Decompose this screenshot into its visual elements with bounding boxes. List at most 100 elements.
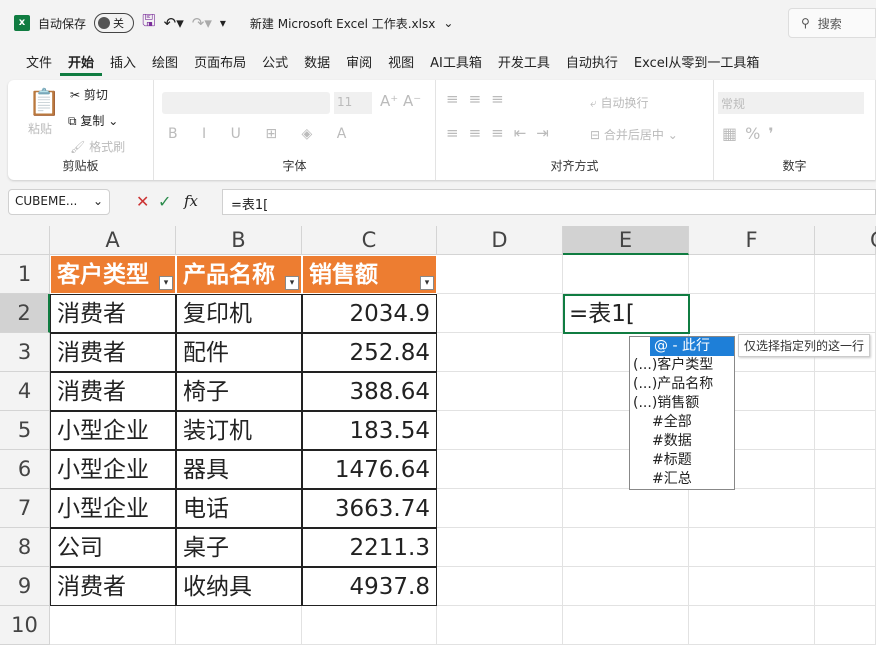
table-cell[interactable]: 252.84 — [302, 333, 437, 372]
autocomplete-item[interactable]: #全部 — [630, 413, 734, 432]
tab-formulas[interactable]: 公式 — [254, 50, 296, 76]
table-cell[interactable]: 消费者 — [50, 567, 176, 606]
cell[interactable] — [50, 606, 176, 645]
table-cell[interactable]: 2211.3 — [302, 528, 437, 567]
enter-icon[interactable]: ✓ — [158, 192, 171, 211]
cell[interactable] — [437, 528, 563, 567]
autocomplete-item[interactable]: (...)销售额 — [630, 394, 734, 413]
search-box[interactable]: ⚲ 搜索 — [788, 8, 876, 38]
filter-dropdown-icon[interactable]: ▾ — [159, 276, 173, 290]
name-box[interactable]: CUBEME... ⌄ — [8, 189, 110, 215]
cell[interactable] — [815, 255, 876, 294]
horizontal-align-icons[interactable]: ≡≡≡⇤⇥ — [446, 124, 559, 142]
table-cell[interactable]: 3663.74 — [302, 489, 437, 528]
table-header-cell[interactable]: 客户类型 ▾ — [50, 255, 176, 294]
cell[interactable] — [563, 489, 689, 528]
cell[interactable] — [437, 450, 563, 489]
active-cell-e2[interactable]: =表1[ — [563, 294, 690, 334]
chevron-down-icon[interactable]: ⌄ — [443, 16, 453, 30]
cell[interactable] — [815, 411, 876, 450]
table-cell[interactable]: 小型企业 — [50, 489, 176, 528]
row-header-10[interactable]: 10 — [0, 606, 50, 645]
row-header-2[interactable]: 2 — [0, 294, 50, 333]
table-cell[interactable]: 2034.9 — [302, 294, 437, 333]
row-header-1[interactable]: 1 — [0, 255, 50, 294]
column-header-b[interactable]: B — [176, 226, 302, 255]
tab-draw[interactable]: 绘图 — [144, 50, 186, 76]
row-header-6[interactable]: 6 — [0, 450, 50, 489]
table-header-cell[interactable]: 产品名称 ▾ — [176, 255, 302, 294]
row-header-3[interactable]: 3 — [0, 333, 50, 372]
tab-view[interactable]: 视图 — [380, 50, 422, 76]
table-cell[interactable]: 消费者 — [50, 333, 176, 372]
cell[interactable] — [563, 255, 689, 294]
cell[interactable] — [689, 606, 815, 645]
table-cell[interactable]: 4937.8 — [302, 567, 437, 606]
autocomplete-item[interactable]: #数据 — [630, 432, 734, 451]
row-header-8[interactable]: 8 — [0, 528, 50, 567]
number-format-buttons[interactable]: ▦%❜ — [722, 124, 781, 143]
table-cell[interactable]: 消费者 — [50, 372, 176, 411]
table-cell[interactable]: 消费者 — [50, 294, 176, 333]
paste-icon[interactable]: 📋 — [28, 88, 60, 118]
autocomplete-item[interactable]: (...)产品名称 — [630, 375, 734, 394]
table-cell[interactable]: 收纳具 — [176, 567, 302, 606]
column-header-c[interactable]: C — [302, 226, 437, 255]
autosave-toggle[interactable]: 关 — [94, 13, 135, 33]
row-header-4[interactable]: 4 — [0, 372, 50, 411]
column-header-d[interactable]: D — [437, 226, 563, 255]
tab-review[interactable]: 审阅 — [338, 50, 380, 76]
tab-file[interactable]: 文件 — [18, 50, 60, 76]
tab-ai-toolbox[interactable]: AI工具箱 — [422, 50, 490, 76]
tab-page-layout[interactable]: 页面布局 — [186, 50, 254, 76]
cell[interactable] — [815, 450, 876, 489]
wrap-text-button[interactable]: ⤶ 自动换行 — [590, 94, 649, 111]
cell[interactable] — [815, 567, 876, 606]
table-cell[interactable]: 小型企业 — [50, 411, 176, 450]
table-cell[interactable]: 复印机 — [176, 294, 302, 333]
cell[interactable] — [437, 255, 563, 294]
spreadsheet-grid[interactable]: A B C D E F G 12345678910 客户类型 ▾ 产品名称 ▾ 销售额 ▾… — [0, 226, 876, 655]
cell[interactable] — [437, 294, 563, 333]
tab-excel-toolbox[interactable]: Excel从零到一工具箱 — [626, 50, 767, 76]
copy-button[interactable]: ⧉ 复制 ⌄ — [68, 112, 118, 129]
cell[interactable] — [437, 606, 563, 645]
table-cell[interactable]: 器具 — [176, 450, 302, 489]
cell[interactable] — [815, 372, 876, 411]
cell[interactable] — [689, 255, 815, 294]
table-cell[interactable]: 388.64 — [302, 372, 437, 411]
tab-insert[interactable]: 插入 — [102, 50, 144, 76]
table-cell[interactable]: 183.54 — [302, 411, 437, 450]
autocomplete-item-this-row[interactable]: @ - 此行 — [650, 337, 734, 356]
table-cell[interactable]: 电话 — [176, 489, 302, 528]
formula-input[interactable]: =表1[ — [222, 189, 876, 215]
format-painter-button[interactable]: 🖌 格式刷 — [70, 138, 125, 155]
cell[interactable] — [563, 567, 689, 606]
cell[interactable] — [689, 489, 815, 528]
customize-icon[interactable]: ▾ — [220, 16, 226, 30]
font-size-select[interactable]: 11 — [334, 92, 372, 114]
cancel-icon[interactable]: ✕ — [136, 192, 149, 211]
cell[interactable] — [815, 528, 876, 567]
cell[interactable] — [437, 567, 563, 606]
tab-automate[interactable]: 自动执行 — [558, 50, 626, 76]
grow-font-icon[interactable]: A⁺ A⁻ — [380, 92, 421, 110]
autocomplete-item[interactable]: #汇总 — [630, 470, 734, 489]
font-format-buttons[interactable]: B I U ⊞ ◈ A — [168, 126, 356, 142]
undo-icon[interactable]: ↶▾ — [164, 14, 184, 32]
cell[interactable] — [815, 606, 876, 645]
vertical-align-icons[interactable]: ≡≡≡ — [446, 90, 514, 108]
table-cell[interactable]: 1476.64 — [302, 450, 437, 489]
table-cell[interactable]: 公司 — [50, 528, 176, 567]
row-header-9[interactable]: 9 — [0, 567, 50, 606]
tab-developer[interactable]: 开发工具 — [490, 50, 558, 76]
cell[interactable] — [437, 411, 563, 450]
select-all[interactable] — [0, 226, 50, 255]
autocomplete-item[interactable]: #标题 — [630, 451, 734, 470]
column-header-f[interactable]: F — [689, 226, 815, 255]
tab-home[interactable]: 开始 — [60, 50, 103, 76]
table-cell[interactable]: 装订机 — [176, 411, 302, 450]
row-header-7[interactable]: 7 — [0, 489, 50, 528]
number-format-select[interactable]: 常规 — [718, 92, 864, 114]
cell[interactable] — [815, 294, 876, 333]
